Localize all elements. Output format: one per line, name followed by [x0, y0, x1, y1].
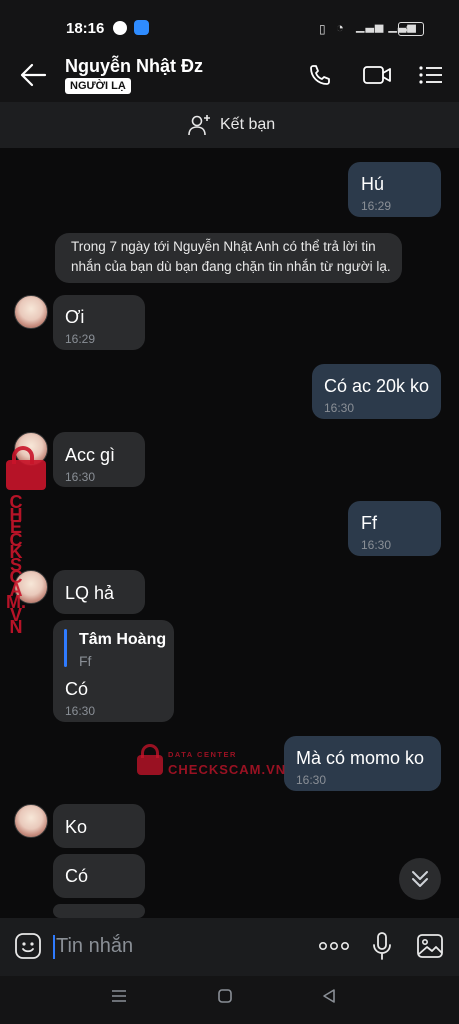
contact-name[interactable]: Nguyễn Nhật Đz [65, 56, 203, 77]
watermark-lock-icon [137, 755, 163, 775]
text-cursor [53, 935, 55, 959]
back-nav-icon[interactable] [320, 988, 338, 1004]
avatar[interactable] [14, 804, 48, 838]
message-time: 16:30 [361, 538, 392, 552]
message-text: Hú [361, 174, 385, 194]
message-text: Ff [361, 513, 377, 533]
video-call-icon[interactable] [362, 63, 392, 87]
message-text: Acc gì [65, 445, 116, 465]
watermark-text-large: CHECKSCAM.VN [168, 762, 287, 777]
system-notice-line: nhắn của bạn dù bạn đang chặn tin nhắn t… [71, 259, 391, 274]
message-text: Ơi [65, 307, 85, 327]
vibrate-icon: ▯ [319, 22, 326, 36]
battery-icon: 84 [398, 22, 424, 36]
menu-icon[interactable] [418, 63, 444, 87]
message-text: Có ac 20k ko [324, 376, 430, 396]
message-time: 16:29 [65, 332, 96, 346]
message-time: 16:30 [65, 470, 96, 484]
message-time: 16:30 [65, 704, 96, 718]
messenger-notification-icon [113, 21, 127, 35]
quote-author: Tâm Hoàng [79, 631, 167, 648]
watermark-text-large: CHECKSCAM.VN [6, 492, 26, 637]
message-text: LQ hả [65, 583, 115, 603]
quote-bar [64, 629, 67, 667]
watermark-lock-shackle [141, 744, 159, 758]
recent-apps-icon[interactable] [110, 988, 128, 1004]
message-time: 16:30 [296, 773, 327, 787]
avatar[interactable] [14, 295, 48, 329]
home-icon[interactable] [216, 988, 234, 1004]
message-time: 16:30 [324, 401, 355, 415]
system-notice: Trong 7 ngày tới Nguyễn Nhật Anh có thể … [55, 233, 402, 283]
image-gallery-icon[interactable] [416, 932, 444, 960]
watermark-text-small: DATA CENTER [168, 750, 237, 759]
message-time: 16:29 [361, 199, 392, 213]
status-time: 18:16 [66, 20, 105, 37]
message-text: Có [65, 679, 89, 699]
message-text: Ko [65, 817, 88, 837]
message-text: Có [65, 866, 89, 886]
microphone-icon[interactable] [372, 931, 392, 961]
watermark-lock-shackle [12, 446, 34, 464]
watermark-lock-icon [6, 460, 46, 490]
message-input[interactable]: Tin nhắn [56, 935, 133, 958]
app-notification-icon [134, 20, 149, 35]
add-friend-label[interactable]: Kết bạn [220, 116, 275, 134]
back-arrow-icon[interactable] [18, 62, 48, 88]
stranger-badge: NGƯỜI LẠ [65, 78, 131, 94]
message-bubble-incoming[interactable] [53, 904, 145, 918]
status-bar: 18:16 ▯ ◔ ▁▃▅ ▁▃▅ 84 [0, 0, 459, 50]
add-friend-icon[interactable] [188, 113, 212, 137]
wifi-icon: ◔ [336, 20, 344, 35]
chevron-down-icon [412, 871, 428, 887]
quote-text: Ff [79, 653, 92, 669]
system-notice-line: Trong 7 ngày tới Nguyễn Nhật Anh có thể … [71, 239, 376, 254]
scroll-down-button[interactable] [399, 858, 441, 900]
more-options-icon[interactable] [318, 936, 350, 956]
phone-icon[interactable] [308, 63, 334, 87]
message-text: Mà có momo ko [296, 748, 425, 768]
emoji-sticker-icon[interactable] [14, 932, 42, 960]
